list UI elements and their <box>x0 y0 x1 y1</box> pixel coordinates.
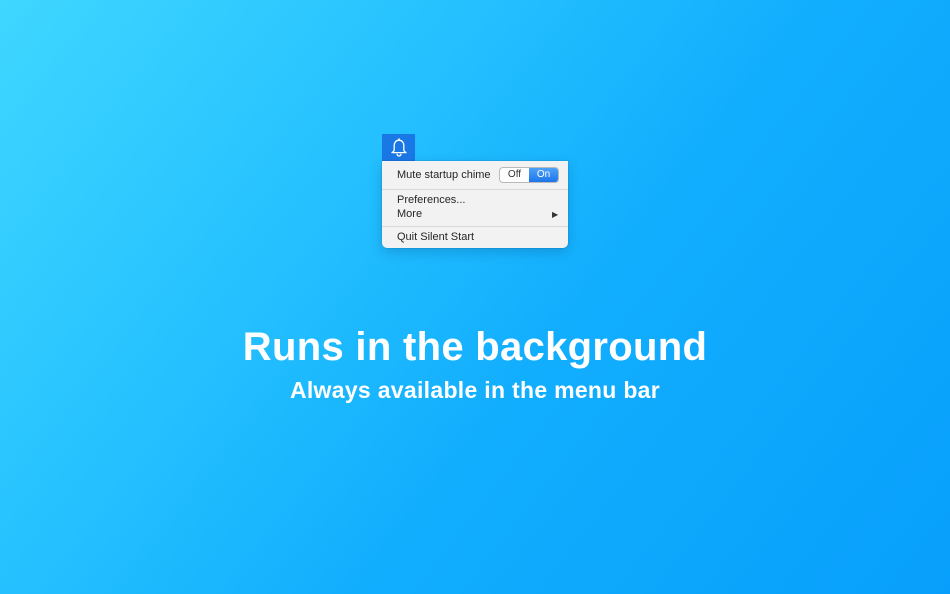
menu-separator <box>382 226 568 227</box>
menubar-dropdown-menu: Mute startup chime Off On Preferences...… <box>382 161 568 248</box>
menu-item-mute-startup-chime: Mute startup chime Off On <box>382 165 568 185</box>
bell-icon <box>390 137 407 157</box>
menu-separator <box>382 189 568 190</box>
submenu-arrow-icon: ▶ <box>552 210 559 219</box>
menu-item-more[interactable]: More <box>397 208 422 221</box>
hero-subtitle: Always available in the menu bar <box>289 377 661 403</box>
mute-chime-toggle[interactable]: Off On <box>499 167 559 183</box>
hero-title: Runs in the background <box>242 325 708 369</box>
toggle-off-option[interactable]: Off <box>500 168 529 182</box>
mute-startup-chime-label: Mute startup chime <box>397 169 491 181</box>
menubar-bell-button[interactable] <box>382 134 415 161</box>
menu-item-preferences[interactable]: Preferences... <box>397 194 465 207</box>
menu-item-quit[interactable]: Quit Silent Start <box>397 231 474 244</box>
toggle-on-option[interactable]: On <box>529 168 558 182</box>
